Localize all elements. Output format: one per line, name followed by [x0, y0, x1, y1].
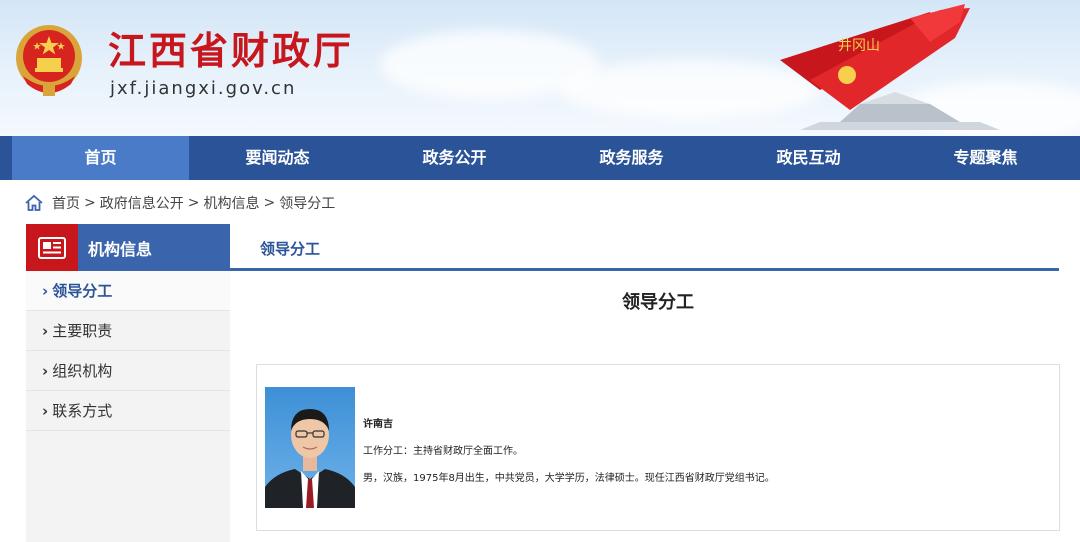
sidebar-item-leadership[interactable]: › 领导分工: [26, 271, 230, 311]
site-url: jxf.jiangxi.gov.cn: [110, 78, 297, 99]
nav-gov-services[interactable]: 政务服务: [543, 136, 720, 180]
jinggangshan-monument-icon: 井冈山: [780, 4, 1000, 130]
chevron-right-icon: ›: [42, 402, 49, 420]
leader-card: 许南吉 工作分工：主持省财政厅全面工作。 男，汉族，1975年8月出生，中共党员…: [256, 364, 1060, 531]
breadcrumb-separator: >: [187, 195, 200, 211]
sidebar-item-label: 主要职责: [52, 322, 113, 340]
nav-edge: [0, 136, 12, 180]
site-header: 江西省财政厅 jxf.jiangxi.gov.cn 井冈山: [0, 0, 1080, 136]
home-icon[interactable]: [24, 194, 44, 212]
person-portrait-icon: [265, 409, 355, 508]
content-tab-bar: 领导分工: [230, 224, 1059, 271]
breadcrumb-separator: >: [84, 195, 96, 211]
chevron-right-icon: ›: [42, 322, 49, 340]
sidebar-title: 机构信息: [88, 239, 153, 259]
sidebar-item-contact[interactable]: › 联系方式: [26, 391, 230, 431]
leader-bio: 男，汉族，1975年8月出生，中共党员，大学学历，法律硕士。现任江西省财政厅党组…: [363, 473, 775, 484]
sidebar-item-duties[interactable]: › 主要职责: [26, 311, 230, 351]
monument-text: 井冈山: [838, 38, 880, 54]
nav-topics[interactable]: 专题聚焦: [897, 136, 1074, 180]
leader-info: 许南吉 工作分工：主持省财政厅全面工作。 男，汉族，1975年8月出生，中共党员…: [363, 415, 775, 496]
nav-home[interactable]: 首页: [12, 136, 189, 180]
leader-photo: [265, 387, 355, 508]
sidebar: 机构信息 › 领导分工 › 主要职责 › 组织机构 › 联系方式: [26, 224, 230, 542]
nav-news[interactable]: 要闻动态: [189, 136, 366, 180]
breadcrumb: 首页 > 政府信息公开 > 机构信息 > 领导分工: [24, 192, 335, 214]
leader-duty: 工作分工：主持省财政厅全面工作。: [363, 446, 523, 457]
tab-leadership[interactable]: 领导分工: [260, 238, 320, 259]
sidebar-header-iconbox: [26, 224, 78, 271]
main-nav: 首页 要闻动态 政务公开 政务服务 政民互动 专题聚焦: [0, 136, 1080, 180]
sidebar-item-label: 领导分工: [52, 282, 113, 300]
sidebar-item-label: 联系方式: [52, 402, 113, 420]
breadcrumb-separator: >: [263, 195, 276, 211]
sidebar-item-label: 组织机构: [52, 362, 113, 380]
breadcrumb-org-info[interactable]: 机构信息: [203, 193, 259, 213]
site-title: 江西省财政厅: [108, 28, 355, 73]
breadcrumb-home[interactable]: 首页: [52, 193, 80, 213]
sidebar-header: 机构信息: [26, 224, 230, 271]
chevron-right-icon: ›: [42, 282, 49, 300]
breadcrumb-current: 领导分工: [279, 196, 336, 212]
chevron-right-icon: ›: [42, 362, 49, 380]
national-emblem-icon: [16, 25, 82, 96]
leader-name: 许南吉: [363, 419, 393, 430]
nav-interaction[interactable]: 政民互动: [720, 136, 897, 180]
sidebar-item-organization[interactable]: › 组织机构: [26, 351, 230, 391]
breadcrumb-gov-info[interactable]: 政府信息公开: [100, 193, 184, 213]
newspaper-icon: [38, 236, 66, 259]
nav-gov-affairs[interactable]: 政务公开: [366, 136, 543, 180]
page-title: 领导分工: [622, 292, 694, 313]
